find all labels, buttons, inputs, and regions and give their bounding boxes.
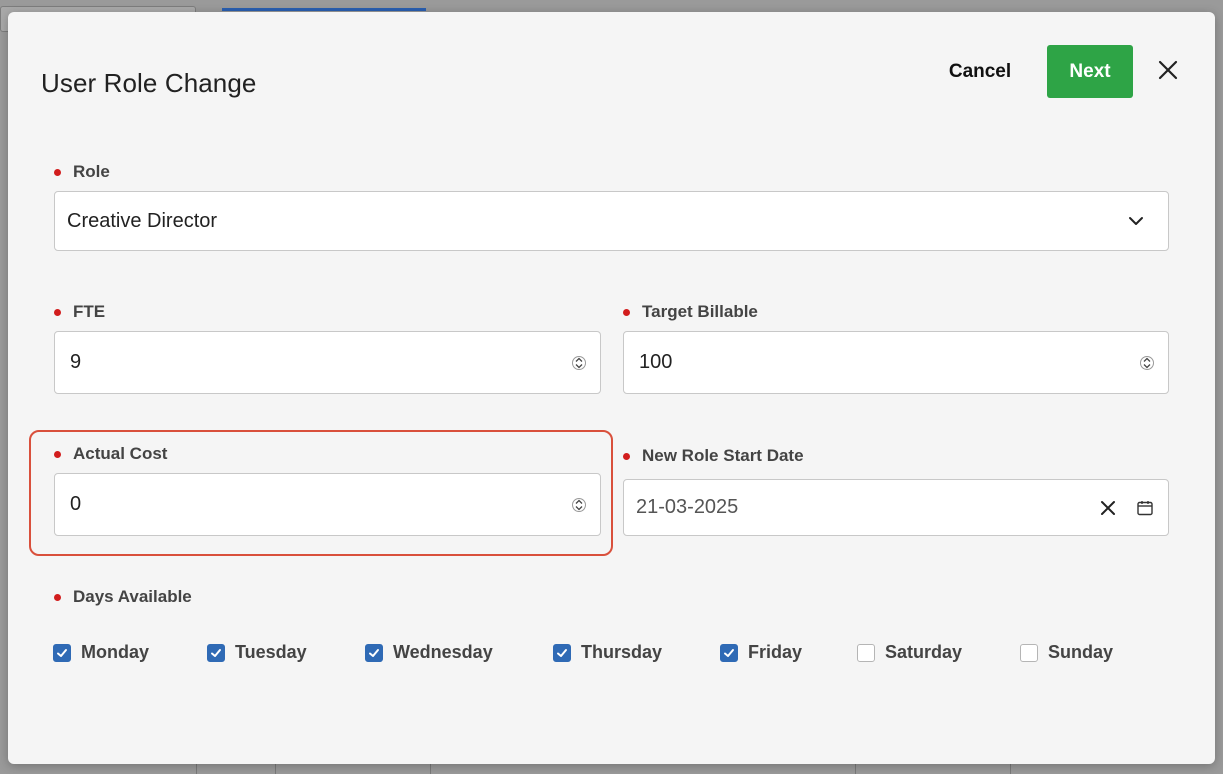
background-active-tab — [222, 8, 426, 11]
actual-cost-input-value: 0 — [70, 493, 82, 515]
target-billable-input[interactable]: 100 — [623, 331, 1169, 394]
clear-date-icon[interactable] — [1098, 498, 1118, 518]
checkbox-unchecked[interactable] — [1020, 643, 1038, 662]
required-indicator — [623, 308, 630, 316]
day-option-monday[interactable]: Monday — [53, 642, 149, 663]
required-indicator — [623, 452, 630, 460]
day-option-saturday[interactable]: Saturday — [857, 642, 962, 663]
fte-label: FTE — [54, 302, 105, 322]
fte-input[interactable]: 9 — [54, 331, 601, 394]
target-billable-label: Target Billable — [623, 302, 758, 322]
dialog-title: User Role Change — [41, 68, 257, 98]
role-label: Role — [54, 162, 110, 182]
checkbox-checked[interactable] — [53, 643, 71, 662]
number-stepper-icon[interactable] — [572, 352, 586, 374]
day-option-thursday[interactable]: Thursday — [553, 642, 662, 663]
close-icon[interactable] — [1153, 55, 1183, 85]
required-indicator — [54, 593, 61, 601]
user-role-change-dialog: User Role Change Cancel Next Role Creati… — [8, 12, 1215, 764]
cancel-button[interactable]: Cancel — [930, 47, 1030, 97]
number-stepper-icon[interactable] — [1140, 352, 1154, 374]
day-option-sunday[interactable]: Sunday — [1020, 642, 1113, 663]
day-option-wednesday[interactable]: Wednesday — [365, 642, 493, 663]
required-indicator — [54, 168, 61, 176]
calendar-icon[interactable] — [1136, 499, 1154, 517]
days-available-label: Days Available — [54, 587, 192, 607]
role-select[interactable]: Creative Director — [54, 191, 1169, 251]
chevron-down-icon — [1129, 217, 1143, 225]
checkbox-unchecked[interactable] — [857, 643, 875, 662]
start-date-label: New Role Start Date — [623, 446, 804, 466]
number-stepper-icon[interactable] — [572, 494, 586, 516]
day-option-friday[interactable]: Friday — [720, 642, 802, 663]
checkbox-checked[interactable] — [207, 643, 225, 662]
required-indicator — [54, 450, 61, 458]
checkbox-checked[interactable] — [720, 643, 738, 662]
checkbox-checked[interactable] — [553, 643, 571, 662]
start-date-input[interactable]: 21-03-2025 — [623, 479, 1169, 536]
actual-cost-input[interactable]: 0 — [54, 473, 601, 536]
required-indicator — [54, 308, 61, 316]
actual-cost-label: Actual Cost — [54, 444, 167, 464]
role-select-value: Creative Director — [67, 209, 218, 232]
checkbox-checked[interactable] — [365, 643, 383, 662]
target-billable-input-value: 100 — [639, 351, 673, 373]
fte-input-value: 9 — [70, 351, 82, 373]
day-option-tuesday[interactable]: Tuesday — [207, 642, 307, 663]
next-button[interactable]: Next — [1047, 45, 1133, 98]
start-date-input-value: 21-03-2025 — [636, 496, 739, 518]
